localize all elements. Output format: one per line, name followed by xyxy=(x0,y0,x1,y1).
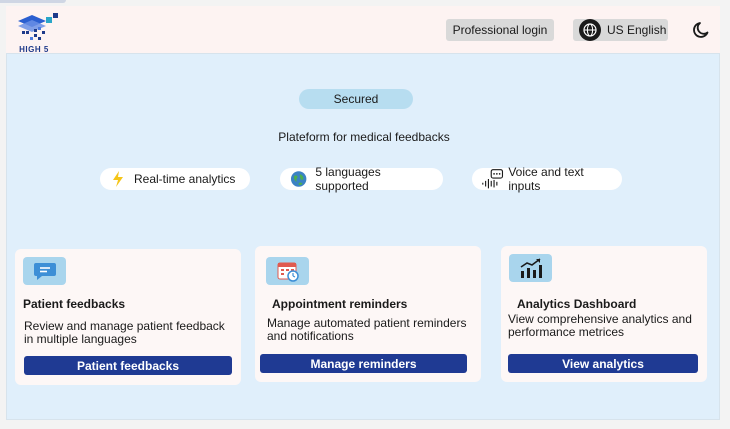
high5-logo[interactable]: HIGH 5 xyxy=(12,9,66,54)
card-title: Analytics Dashboard xyxy=(517,297,637,311)
globe-icon xyxy=(579,19,601,41)
manage-reminders-button[interactable]: Manage reminders xyxy=(260,354,467,373)
language-label: US English xyxy=(607,23,667,37)
feature-voice-text: Voice and text inputs xyxy=(472,165,622,193)
patient-feedbacks-card: Patient feedbacks Review and manage pati… xyxy=(15,249,241,385)
dark-mode-toggle-moon-icon[interactable] xyxy=(692,20,712,40)
analytics-dashboard-card: Analytics Dashboard View comprehensive a… xyxy=(501,246,707,382)
browser-tab-edge xyxy=(0,0,66,3)
voice-chat-icon xyxy=(482,169,504,189)
feature-label: 5 languages supported xyxy=(315,165,381,193)
feature-languages: 5 languages supported xyxy=(280,165,443,193)
card-title: Appointment reminders xyxy=(272,297,408,311)
main-panel: Secured Plateform for medical feedbacks … xyxy=(6,53,720,420)
chat-bubble-icon xyxy=(23,257,66,285)
platform-tagline: Plateform for medical feedbacks xyxy=(278,130,450,144)
card-description: Manage automated patient reminders and n… xyxy=(267,316,467,343)
bar-chart-icon xyxy=(509,254,552,282)
card-description: Review and manage patient feedback in mu… xyxy=(24,319,225,346)
feature-realtime-analytics: Real-time analytics xyxy=(100,168,250,190)
lightning-icon xyxy=(113,171,123,187)
professional-login-button[interactable]: Professional login xyxy=(446,19,554,41)
secured-badge: Secured xyxy=(299,89,413,109)
card-description: View comprehensive analytics and perform… xyxy=(508,312,692,339)
globe-icon xyxy=(290,171,307,187)
logo-graphic xyxy=(18,13,58,40)
language-selector[interactable]: US English xyxy=(573,19,668,41)
feature-label: Voice and text inputs xyxy=(508,165,584,193)
view-analytics-button[interactable]: View analytics xyxy=(508,354,698,373)
card-title: Patient feedbacks xyxy=(23,297,126,311)
appointment-reminders-card: Appointment reminders Manage automated p… xyxy=(255,246,481,382)
patient-feedbacks-button[interactable]: Patient feedbacks xyxy=(24,356,232,375)
calendar-icon xyxy=(266,257,309,285)
feature-label: Real-time analytics xyxy=(134,172,236,186)
top-bar: HIGH 5 Professional login US English xyxy=(6,6,720,54)
